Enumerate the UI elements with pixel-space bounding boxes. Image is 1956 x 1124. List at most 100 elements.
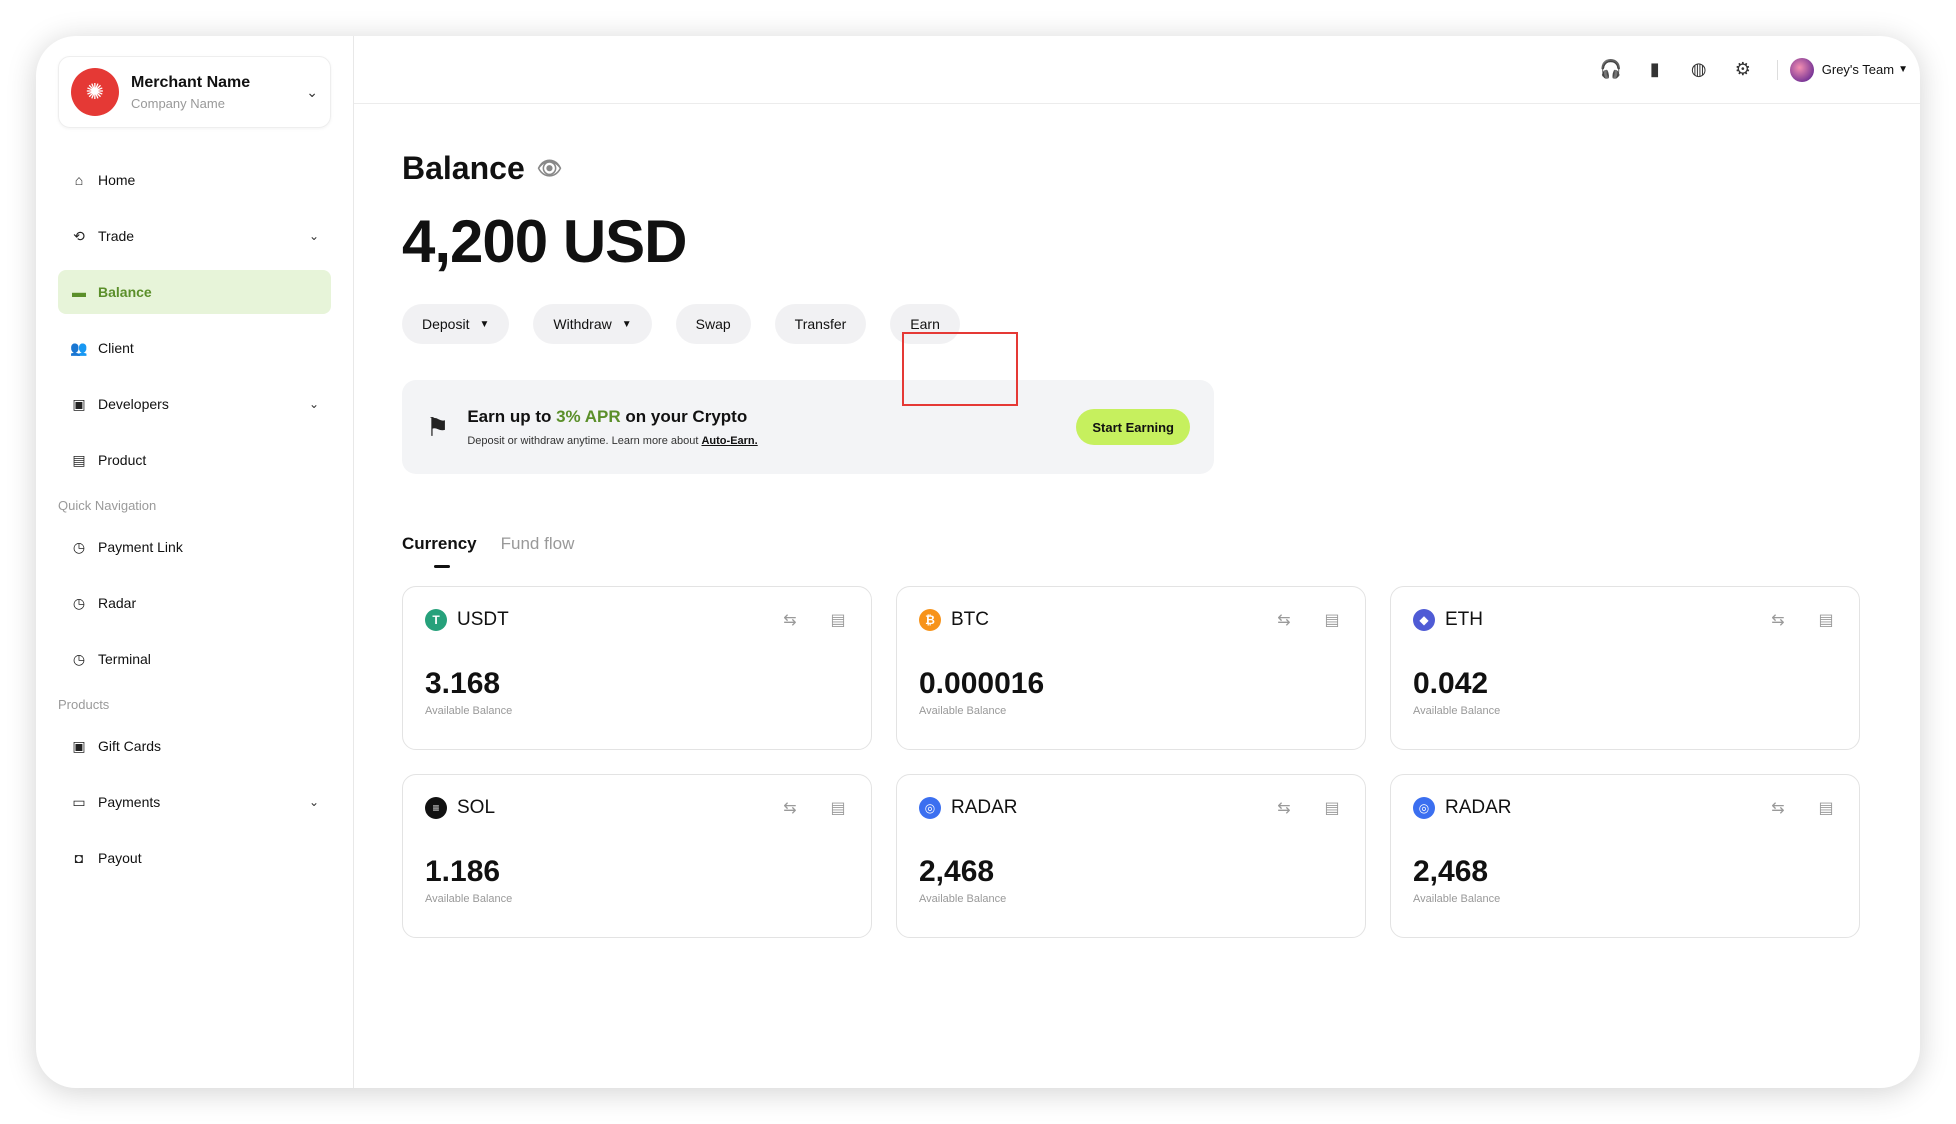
coin-name: ETH xyxy=(1445,609,1483,630)
earn-promo-banner: ⚑ Earn up to 3% APR on your Crypto Depos… xyxy=(402,380,1214,474)
team-name: Grey's Team xyxy=(1821,62,1895,77)
merchant-name: Merchant Name xyxy=(131,73,251,91)
promo-title: Earn up to 3% APR on your Crypto xyxy=(467,407,748,426)
sidebar-item-payments[interactable]: ▭ Payments ⌄ xyxy=(58,780,331,824)
swap-arrows-icon[interactable]: ⇆ xyxy=(779,609,801,631)
currency-card[interactable]: T USDT ⇆ ▤ 3.168 Available Balance xyxy=(402,586,872,750)
chevron-down-icon: ⌄ xyxy=(306,83,318,100)
swap-arrows-icon[interactable]: ⇆ xyxy=(1273,797,1295,819)
sidebar-item-label: Payments xyxy=(98,794,161,810)
sidebar-item-client[interactable]: 👥 Client xyxy=(58,326,331,370)
app-window: ✺ Merchant Name Company Name ⌄ ⌂ Home ⟲ … xyxy=(36,36,1920,1088)
balance-tabs: Currency Fund flow xyxy=(402,534,1872,568)
page-title: Balance xyxy=(402,150,525,186)
products-nav: ▣ Gift Cards ▭ Payments ⌄ ◘ Payout xyxy=(58,724,331,880)
swap-arrows-icon[interactable]: ⇆ xyxy=(1767,609,1789,631)
sidebar-item-label: Radar xyxy=(98,595,137,611)
sidebar-item-label: Payout xyxy=(98,850,142,866)
currency-grid: T USDT ⇆ ▤ 3.168 Available Balance ₿ BTC… xyxy=(402,586,1872,938)
coin-balance-label: Available Balance xyxy=(919,705,1007,717)
coin-name: SOL xyxy=(457,797,496,818)
sidebar-item-label: Trade xyxy=(98,228,135,244)
sidebar-item-payout[interactable]: ◘ Payout xyxy=(58,836,331,880)
btc-coin-icon: ₿ xyxy=(919,609,941,631)
sidebar-item-trade[interactable]: ⟲ Trade ⌄ xyxy=(58,214,331,258)
sidebar-item-home[interactable]: ⌂ Home xyxy=(58,158,331,202)
clock-icon: ◷ xyxy=(72,650,86,667)
transfer-button[interactable]: Transfer xyxy=(774,304,867,344)
book-icon[interactable]: ▮ xyxy=(1644,59,1666,81)
eye-icon[interactable]: 👁 xyxy=(537,156,562,181)
swap-arrows-icon[interactable]: ⇆ xyxy=(1273,609,1295,631)
sidebar-item-product[interactable]: ▤ Product xyxy=(58,438,331,482)
caret-down-icon: ▼ xyxy=(1898,64,1908,75)
usdt-coin-icon: T xyxy=(425,609,447,631)
earn-highlight-box xyxy=(902,332,1018,406)
balance-section: Balance 👁 4,200 USD Deposit ▼ Withdraw ▼… xyxy=(354,104,1920,984)
coin-balance: 2,468 xyxy=(1413,855,1489,888)
history-icon[interactable]: ▤ xyxy=(1321,797,1343,819)
sidebar-item-terminal[interactable]: ◷ Terminal xyxy=(58,637,331,681)
start-earning-button[interactable]: Start Earning xyxy=(1076,409,1190,445)
sidebar-item-balance[interactable]: ▬ Balance xyxy=(58,270,331,314)
quick-navigation-label: Quick Navigation xyxy=(58,498,157,513)
terminal-icon: ▣ xyxy=(72,395,86,412)
coin-balance-label: Available Balance xyxy=(1413,705,1501,717)
history-icon[interactable]: ▤ xyxy=(1815,797,1837,819)
sidebar-item-label: Client xyxy=(98,340,134,356)
products-label: Products xyxy=(58,697,110,712)
sidebar-item-radar[interactable]: ◷ Radar xyxy=(58,581,331,625)
wallet-icon: ▬ xyxy=(72,284,86,300)
coin-name: RADAR xyxy=(951,797,1018,818)
tab-currency[interactable]: Currency xyxy=(402,534,477,568)
tab-fund-flow[interactable]: Fund flow xyxy=(501,534,575,568)
coin-balance: 0.000016 xyxy=(919,667,1045,700)
coin-balance: 2,468 xyxy=(919,855,995,888)
deposit-button[interactable]: Deposit ▼ xyxy=(402,304,510,344)
sidebar: ✺ Merchant Name Company Name ⌄ ⌂ Home ⟲ … xyxy=(36,36,354,1088)
swap-arrows-icon[interactable]: ⇆ xyxy=(779,797,801,819)
history-icon[interactable]: ▤ xyxy=(1815,609,1837,631)
caret-down-icon: ▼ xyxy=(621,318,632,330)
coin-name: BTC xyxy=(951,609,989,630)
home-icon: ⌂ xyxy=(74,172,84,188)
clock-icon: ◷ xyxy=(72,594,86,611)
company-name: Company Name xyxy=(131,95,225,111)
sidebar-item-label: Product xyxy=(98,452,147,468)
auto-earn-link[interactable]: Auto-Earn. xyxy=(701,435,757,447)
coin-name: RADAR xyxy=(1445,797,1512,818)
globe-icon[interactable]: ◍ xyxy=(1688,59,1710,81)
promo-subtitle: Deposit or withdraw anytime. Learn more … xyxy=(467,435,758,447)
gear-icon[interactable]: ⚙ xyxy=(1732,59,1754,81)
top-bar: 🎧 ▮ ◍ ⚙ Grey's Team ▼ xyxy=(354,36,1920,104)
divider xyxy=(1776,59,1778,80)
withdraw-label: Withdraw xyxy=(553,316,612,332)
coin-balance: 3.168 xyxy=(425,667,501,700)
merchant-switcher[interactable]: ✺ Merchant Name Company Name ⌄ xyxy=(58,56,331,128)
currency-card[interactable]: ◎ RADAR ⇆ ▤ 2,468 Available Balance xyxy=(1390,774,1860,938)
sidebar-item-payment-link[interactable]: ◷ Payment Link xyxy=(58,525,331,569)
balance-amount: 4,200 USD xyxy=(402,208,688,275)
payout-icon: ◘ xyxy=(74,850,84,866)
swap-arrows-icon[interactable]: ⇆ xyxy=(1767,797,1789,819)
history-icon[interactable]: ▤ xyxy=(827,609,849,631)
chevron-down-icon: ⌄ xyxy=(308,397,319,411)
quick-nav: ◷ Payment Link ◷ Radar ◷ Terminal xyxy=(58,525,331,681)
headphones-icon[interactable]: 🎧 xyxy=(1600,59,1622,81)
eth-coin-icon: ◆ xyxy=(1413,609,1435,631)
history-icon[interactable]: ▤ xyxy=(1321,609,1343,631)
swap-button[interactable]: Swap xyxy=(675,304,751,344)
currency-card[interactable]: ◆ ETH ⇆ ▤ 0.042 Available Balance xyxy=(1390,586,1860,750)
sidebar-item-developers[interactable]: ▣ Developers ⌄ xyxy=(58,382,331,426)
sidebar-item-gift-cards[interactable]: ▣ Gift Cards xyxy=(58,724,331,768)
users-icon: 👥 xyxy=(70,339,88,356)
currency-card[interactable]: ◎ RADAR ⇆ ▤ 2,468 Available Balance xyxy=(896,774,1366,938)
history-icon[interactable]: ▤ xyxy=(827,797,849,819)
sidebar-item-label: Terminal xyxy=(98,651,151,667)
merchant-logo: ✺ xyxy=(71,68,119,116)
withdraw-button[interactable]: Withdraw ▼ xyxy=(533,304,652,344)
currency-card[interactable]: ₿ BTC ⇆ ▤ 0.000016 Available Balance xyxy=(896,586,1366,750)
currency-card[interactable]: ≡ SOL ⇆ ▤ 1.186 Available Balance xyxy=(402,774,872,938)
sidebar-item-label: Developers xyxy=(98,396,169,412)
team-switcher[interactable]: Grey's Team ▼ xyxy=(1789,57,1908,82)
